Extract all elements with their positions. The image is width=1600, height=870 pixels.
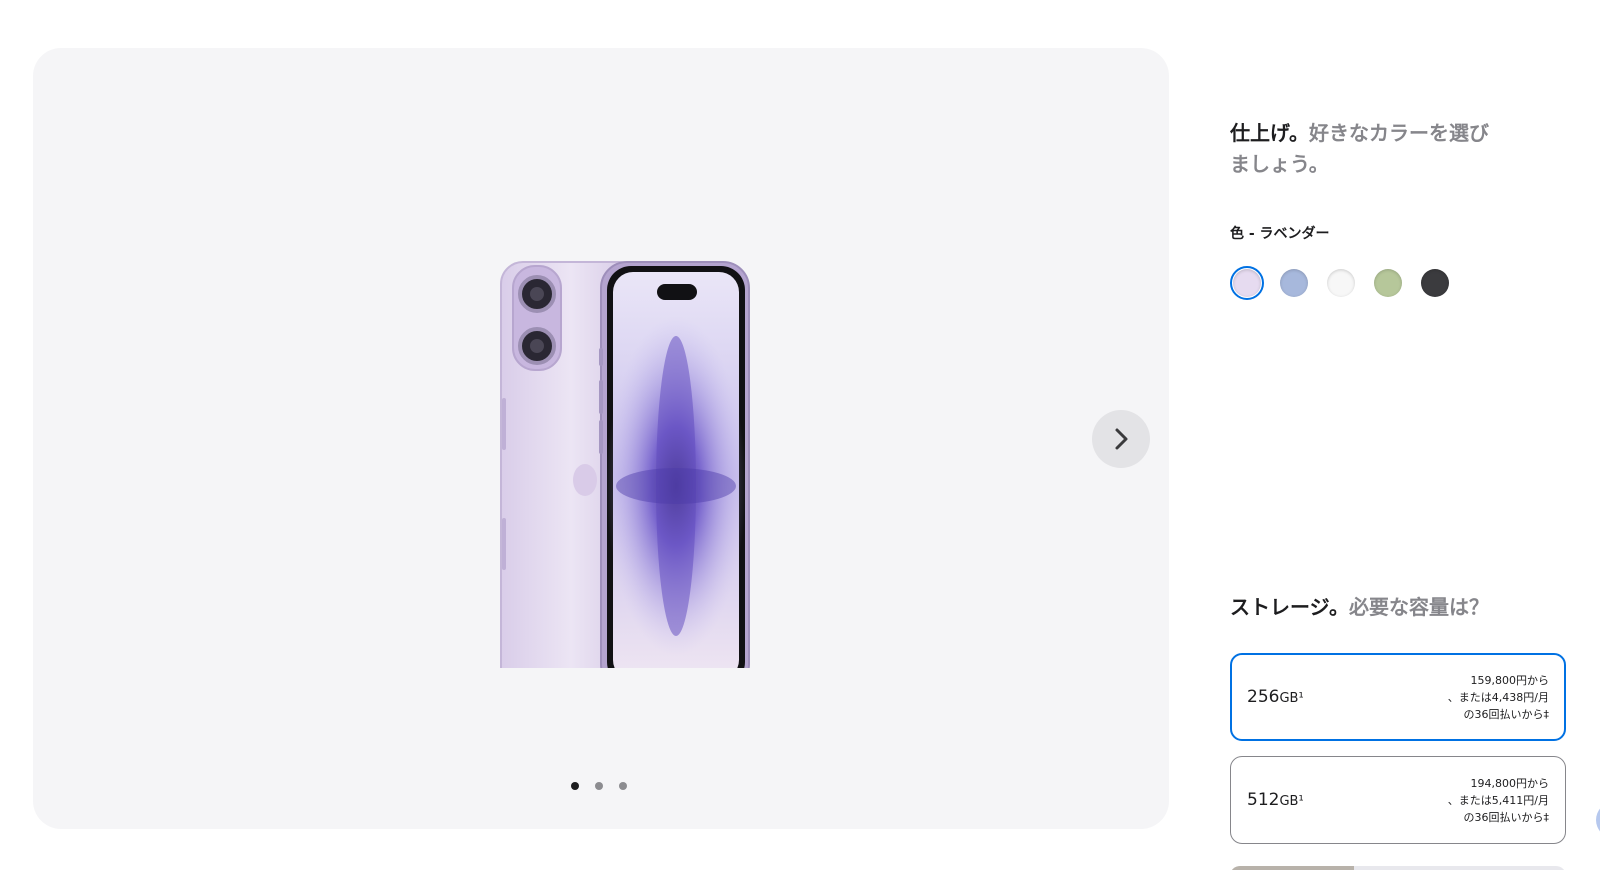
next-image-button[interactable] [1092, 410, 1150, 468]
chat-button-edge[interactable] [1596, 802, 1600, 838]
swatch-lavender[interactable] [1230, 266, 1264, 300]
storage-option-512gb[interactable]: 512GB¹ 194,800円から 、または5,411円/月 の36回払いから‡ [1230, 756, 1566, 844]
storage-capacity: 256GB¹ [1247, 687, 1304, 707]
price-line: 、または5,411円/月 [1447, 793, 1549, 807]
selected-color-label: 色 - ラベンダー [1230, 226, 1330, 242]
swatch-blue[interactable] [1277, 266, 1311, 300]
storage-heading: ストレージ。必要な容量は？ [1230, 592, 1489, 623]
finish-heading-strong: 仕上げ。 [1230, 121, 1309, 145]
swatch-black-fill [1421, 269, 1449, 297]
price-line: 159,800円から [1470, 673, 1550, 687]
price-line: の36回払いから‡ [1463, 810, 1550, 824]
config-panel: 仕上げ。好きなカラーを選びましょう。 色 - ラベンダー ストレージ。必要な容量… [1230, 0, 1570, 870]
swatch-green[interactable] [1371, 266, 1405, 300]
capacity-unit: GB¹ [1279, 691, 1304, 706]
chevron-right-icon [1115, 428, 1128, 450]
gallery-dot-2[interactable] [595, 782, 603, 790]
gallery-pagination [571, 782, 627, 790]
product-gallery [33, 48, 1169, 829]
product-image [500, 261, 750, 668]
storage-option-256gb[interactable]: 256GB¹ 159,800円から 、または4,438円/月 の36回払いから‡ [1230, 653, 1566, 741]
peek-image [1230, 866, 1354, 870]
swatch-white[interactable] [1324, 266, 1358, 300]
swatch-blue-fill [1280, 269, 1308, 297]
storage-option-peek[interactable] [1230, 866, 1566, 870]
capacity-value: 512 [1247, 790, 1280, 810]
storage-capacity: 512GB¹ [1247, 790, 1304, 810]
capacity-value: 256 [1247, 687, 1280, 707]
swatch-green-fill [1374, 269, 1402, 297]
storage-heading-muted: 必要な容量は？ [1349, 595, 1489, 619]
price-line: 、または4,438円/月 [1447, 690, 1549, 704]
swatch-black[interactable] [1418, 266, 1452, 300]
gallery-dot-1[interactable] [571, 782, 579, 790]
finish-heading: 仕上げ。好きなカラーを選びましょう。 [1230, 118, 1490, 180]
swatch-white-fill [1327, 269, 1355, 297]
price-line: の36回払いから‡ [1463, 707, 1550, 721]
storage-price: 159,800円から 、または4,438円/月 の36回払いから‡ [1448, 672, 1549, 723]
color-swatches [1230, 266, 1452, 300]
storage-heading-strong: ストレージ。 [1230, 595, 1349, 619]
gallery-dot-3[interactable] [619, 782, 627, 790]
swatch-lavender-fill [1233, 269, 1261, 297]
price-line: 194,800円から [1470, 776, 1550, 790]
capacity-unit: GB¹ [1279, 794, 1304, 809]
page: 仕上げ。好きなカラーを選びましょう。 色 - ラベンダー ストレージ。必要な容量… [0, 0, 1600, 870]
storage-price: 194,800円から 、または5,411円/月 の36回払いから‡ [1448, 775, 1549, 826]
